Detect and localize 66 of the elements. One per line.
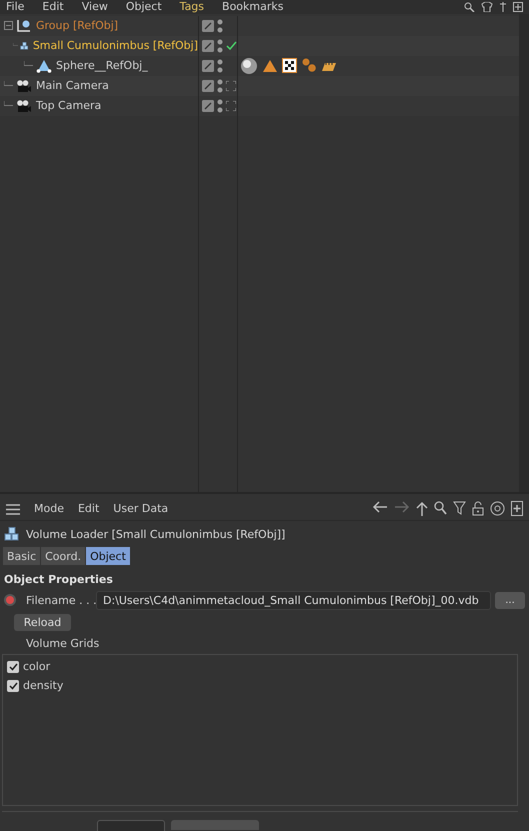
visibility-dots-icon[interactable]: [217, 18, 223, 33]
edit-toggle-icon[interactable]: [202, 60, 214, 72]
grid-name: density: [23, 679, 64, 692]
menu-item[interactable]: Mode: [34, 503, 64, 515]
search-icon[interactable]: [464, 2, 475, 12]
checkbox[interactable]: [7, 660, 19, 672]
tab[interactable]: Coord.: [41, 547, 86, 565]
shirt-icon[interactable]: [481, 2, 493, 12]
menu-item[interactable]: User Data: [113, 503, 168, 515]
object-name[interactable]: Main Camera: [36, 79, 109, 92]
edit-toggle-icon[interactable]: [202, 20, 214, 32]
visibility-dots-icon[interactable]: [217, 98, 223, 113]
frame-icon: [226, 80, 236, 91]
tab[interactable]: Object: [86, 547, 130, 565]
cubes-icon: [4, 527, 20, 541]
edit-toggle-icon[interactable]: [202, 40, 214, 52]
menu-item[interactable]: File: [6, 0, 24, 13]
tab[interactable]: Basic: [3, 547, 40, 565]
grid-name: color: [23, 660, 50, 673]
visibility-dots-icon[interactable]: [217, 78, 223, 93]
field-label: Volume Grids: [25, 636, 100, 652]
browse-button[interactable]: ...: [495, 592, 525, 608]
add-panel-icon[interactable]: [511, 501, 523, 516]
search-icon[interactable]: [434, 501, 447, 515]
filename-field[interactable]: D:\Users\C4d\animmetacloud_Small Cumulonimbus [RefObj]_00.vdb: [96, 590, 491, 610]
object-name[interactable]: Group [RefObj]: [36, 19, 118, 32]
checkmark-icon: [226, 40, 237, 51]
camera-icon: [16, 98, 32, 113]
dropdown-field[interactable]: [97, 820, 165, 831]
scrollbar[interactable]: [519, 14, 529, 492]
object-name[interactable]: Top Camera: [36, 99, 102, 112]
triangle-icon: [36, 58, 52, 73]
group-icon: [16, 18, 32, 33]
target-icon[interactable]: [490, 501, 505, 516]
object-name[interactable]: Sphere__RefObj_: [56, 59, 148, 72]
back-arrow-icon[interactable]: [372, 501, 388, 513]
material-sphere-icon: [240, 56, 258, 75]
reload-button[interactable]: Reload: [14, 614, 71, 631]
collapse-icon[interactable]: [4, 21, 13, 30]
menu-icon[interactable]: [6, 504, 20, 514]
triangle-icon: [262, 58, 278, 73]
menu-item[interactable]: View: [82, 0, 108, 13]
add-panel-icon[interactable]: [513, 2, 523, 12]
checkbox[interactable]: [7, 680, 19, 692]
up-arrow-icon[interactable]: [416, 501, 428, 517]
menu-item[interactable]: Bookmarks: [222, 0, 284, 13]
visibility-dots-icon[interactable]: [217, 58, 223, 73]
menu-item[interactable]: Edit: [78, 503, 100, 515]
lock-icon[interactable]: [472, 501, 484, 516]
edit-toggle-icon[interactable]: [202, 100, 214, 112]
visibility-dots-icon[interactable]: [217, 38, 223, 53]
frame-icon: [226, 100, 236, 111]
object-title: Volume Loader [Small Cumulonimbus [RefObj]]: [26, 528, 286, 540]
filter-icon[interactable]: [453, 501, 466, 515]
keyframe-dot[interactable]: [4, 594, 16, 606]
pin-icon[interactable]: [499, 2, 507, 12]
camera-icon: [16, 78, 32, 93]
menu-item[interactable]: Object: [126, 0, 162, 13]
forward-arrow-icon[interactable]: [394, 501, 410, 513]
spheres-icon: [301, 58, 317, 74]
field-label: Filename . . .: [26, 594, 96, 606]
menu-item[interactable]: Tags: [180, 0, 204, 13]
checker-icon: [282, 58, 297, 74]
section-heading: Object Properties: [3, 572, 114, 588]
menu-item[interactable]: Edit: [42, 0, 64, 13]
edit-toggle-icon[interactable]: [202, 80, 214, 92]
